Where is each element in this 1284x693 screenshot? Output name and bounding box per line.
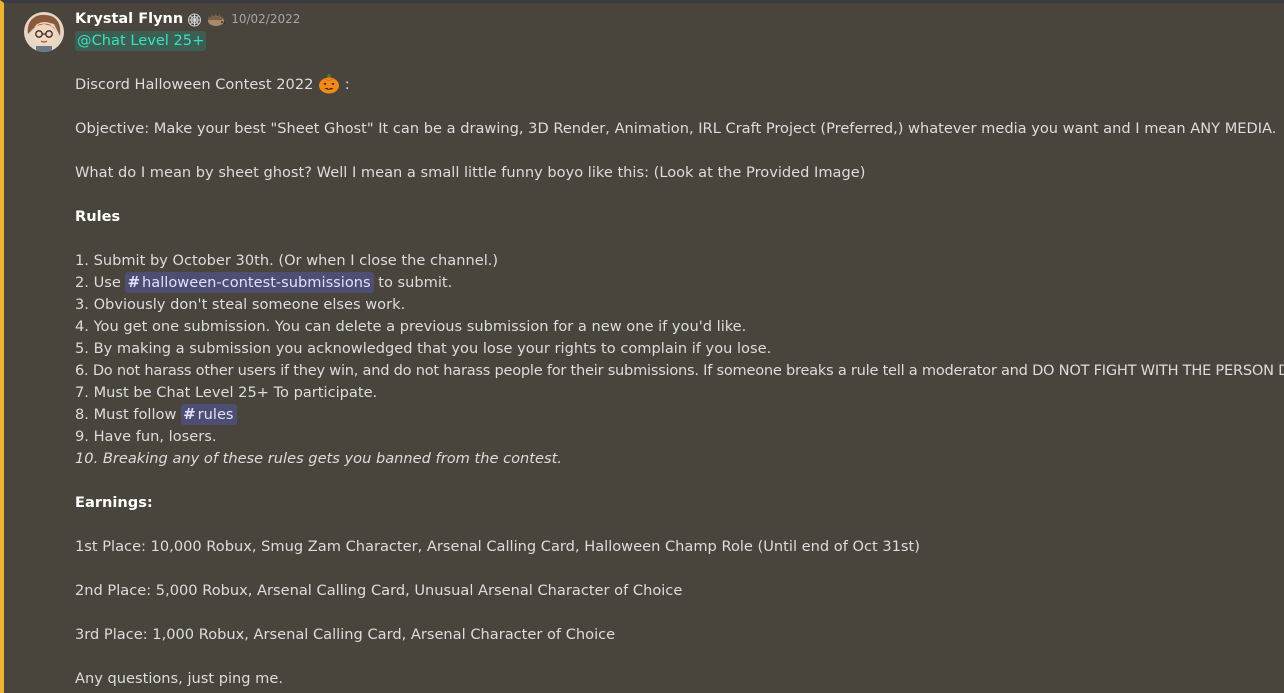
rule-9: 9. Have fun, losers. <box>75 428 217 445</box>
title-line: Discord Halloween Contest 2022 : <box>75 74 1276 96</box>
channel-hash-icon: # <box>127 273 141 291</box>
message-header: Krystal Flynn 10/02/2022 <box>75 8 1276 30</box>
rule-4: 4. You get one submission. You can delet… <box>75 318 747 335</box>
explanation-text: What do I mean by sheet ghost? Well I me… <box>75 164 866 181</box>
earnings-first: 1st Place: 10,000 Robux, Smug Zam Charac… <box>75 538 920 555</box>
rule-1: 1. Submit by October 30th. (Or when I cl… <box>75 252 499 269</box>
rule-8-prefix: 8. Must follow <box>75 406 182 423</box>
contest-title: Discord Halloween Contest 2022 <box>75 76 314 93</box>
rule-3: 3. Obviously don't steal someone elses w… <box>75 296 406 313</box>
role-mention-line: @Chat Level 25+ <box>75 30 1276 52</box>
earnings-third: 3rd Place: 1,000 Robux, Arsenal Calling … <box>75 626 616 643</box>
channel-hash-icon: # <box>183 405 196 423</box>
rule-7: 7. Must be Chat Level 25+ To participate… <box>75 384 378 401</box>
jack-o-lantern-icon[interactable] <box>318 74 340 94</box>
channel-name: halloween-contest-submissions <box>142 274 371 291</box>
hedgehog-icon[interactable] <box>206 12 226 26</box>
channel-name: rules <box>197 406 234 423</box>
closing-text: Any questions, just ping me. <box>75 670 284 687</box>
rule-2: 2. Use # halloween-contest-submissions to… <box>75 272 1276 294</box>
avatar[interactable] <box>24 12 64 52</box>
timestamp[interactable]: 10/02/2022 <box>231 8 300 30</box>
earnings-second: 2nd Place: 5,000 Robux, Arsenal Calling … <box>75 582 683 599</box>
rule-2-suffix: to submit. <box>373 274 453 291</box>
title-suffix: : <box>344 76 350 93</box>
rule-5: 5. By making a submission you acknowledg… <box>75 340 772 357</box>
earnings-heading: Earnings: <box>75 494 153 511</box>
username[interactable]: Krystal Flynn <box>75 8 183 30</box>
rule-2-prefix: 2. Use <box>75 274 126 291</box>
channel-mention-rules[interactable]: # rules <box>181 404 237 425</box>
message-highlighted: Krystal Flynn 10/02/2022 @Chat Level 25+… <box>0 0 1284 693</box>
role-mention[interactable]: @Chat Level 25+ <box>75 31 207 51</box>
rules-heading: Rules <box>75 208 121 225</box>
channel-mention-halloween-contest-submissions[interactable]: # halloween-contest-submissions <box>125 272 374 293</box>
avatar-image <box>24 12 64 52</box>
cobweb-icon[interactable] <box>187 12 202 27</box>
message-content: Krystal Flynn 10/02/2022 @Chat Level 25+… <box>75 8 1284 690</box>
rule-6: 6. Do not harass other users if they win… <box>75 362 1284 379</box>
rule-8: 8. Must follow # rules <box>75 404 1276 426</box>
rule-10: 10. Breaking any of these rules gets you… <box>75 450 562 467</box>
objective-text: Objective: Make your best "Sheet Ghost" … <box>75 120 1277 137</box>
